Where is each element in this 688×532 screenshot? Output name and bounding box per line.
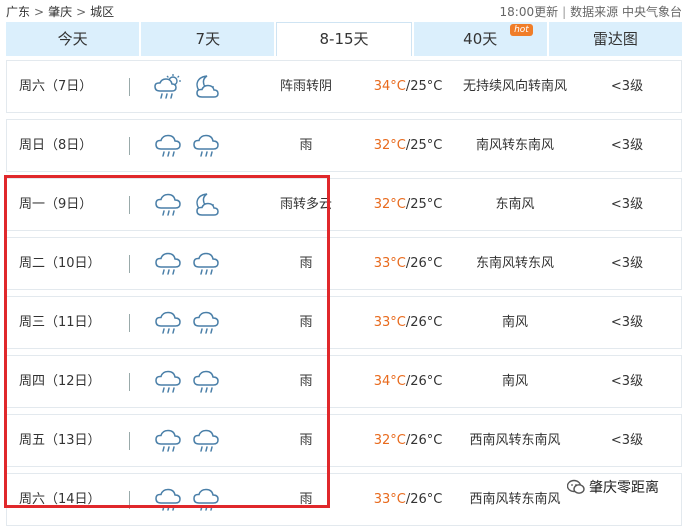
rain-icon bbox=[153, 132, 183, 160]
temperature: 32°C/25°C bbox=[363, 120, 453, 171]
tab-40days[interactable]: 40天 hot bbox=[413, 22, 547, 56]
low-temp: /25°C bbox=[405, 197, 443, 212]
top-bar: 广东 > 肇庆 > 城区 18:00更新 | 数据来源 中央气象台 bbox=[0, 0, 688, 22]
rain-icon bbox=[191, 132, 221, 160]
high-temp: 33°C bbox=[373, 315, 406, 330]
wind-direction: 东南风 bbox=[495, 197, 535, 212]
tab-7days[interactable]: 7天 bbox=[141, 22, 275, 56]
wind-level: <3级 bbox=[610, 79, 644, 94]
divider bbox=[129, 137, 130, 155]
divider bbox=[129, 78, 130, 96]
wind-direction: 西南风转东南风 bbox=[469, 433, 561, 448]
weather-desc: 阵雨转阴 bbox=[279, 79, 332, 94]
high-temp: 33°C bbox=[373, 256, 406, 271]
tab-label: 8-15天 bbox=[319, 30, 369, 48]
low-temp: /26°C bbox=[405, 256, 443, 271]
high-temp: 32°C bbox=[373, 138, 406, 153]
temperature: 32°C/25°C bbox=[363, 179, 453, 230]
breadcrumb-separator: > bbox=[76, 5, 87, 19]
temperature: 34°C/26°C bbox=[363, 356, 453, 407]
update-meta: 18:00更新 | 数据来源 中央气象台 bbox=[500, 3, 682, 20]
breadcrumb-province[interactable]: 广东 bbox=[6, 5, 30, 19]
wechat-icon bbox=[567, 479, 585, 494]
wind-level: <3级 bbox=[610, 433, 644, 448]
temperature: 33°C/26°C bbox=[363, 474, 453, 525]
temperature: 33°C/26°C bbox=[363, 297, 453, 348]
cloudy-moon-icon bbox=[191, 73, 221, 101]
breadcrumb: 广东 > 肇庆 > 城区 bbox=[6, 3, 114, 20]
low-temp: /25°C bbox=[405, 79, 443, 94]
breadcrumb-district[interactable]: 城区 bbox=[90, 5, 114, 19]
wind-level: <3级 bbox=[610, 138, 644, 153]
forecast-tabs: 今天 7天 8-15天 40天 hot 雷达图 bbox=[6, 22, 683, 56]
hot-badge: hot bbox=[510, 24, 533, 36]
temperature: 33°C/26°C bbox=[363, 238, 453, 289]
data-source: 数据来源 中央气象台 bbox=[570, 5, 682, 19]
low-temp: /26°C bbox=[405, 433, 443, 448]
showers-sun-icon bbox=[153, 73, 183, 101]
tab-today[interactable]: 今天 bbox=[6, 22, 140, 56]
wind-direction: 南风转东南风 bbox=[475, 138, 554, 153]
temperature: 34°C/25°C bbox=[363, 61, 453, 112]
wind-level: <3级 bbox=[610, 256, 644, 271]
weather-desc: 雨 bbox=[299, 138, 313, 153]
wind-direction: 西南风转东南风 bbox=[469, 492, 561, 507]
wind-level: <3级 bbox=[610, 315, 644, 330]
tab-label: 7天 bbox=[195, 30, 221, 48]
wind-direction: 无持续风向转南风 bbox=[462, 79, 567, 94]
high-temp: 32°C bbox=[373, 433, 406, 448]
tab-label: 雷达图 bbox=[592, 30, 638, 48]
low-temp: /26°C bbox=[405, 315, 443, 330]
low-temp: /26°C bbox=[405, 374, 443, 389]
watermark: 肇庆零距离 bbox=[563, 474, 663, 500]
low-temp: /25°C bbox=[405, 138, 443, 153]
high-temp: 32°C bbox=[373, 197, 406, 212]
watermark-text: 肇庆零距离 bbox=[589, 480, 659, 496]
meta-divider: | bbox=[562, 5, 567, 19]
breadcrumb-city[interactable]: 肇庆 bbox=[48, 5, 72, 19]
high-temp: 34°C bbox=[373, 79, 406, 94]
wind-direction: 东南风转东风 bbox=[475, 256, 554, 271]
high-temp: 33°C bbox=[373, 492, 406, 507]
highlight-box bbox=[4, 175, 330, 508]
temperature: 32°C/26°C bbox=[363, 415, 453, 466]
wind-level: <3级 bbox=[610, 197, 644, 212]
wind-direction: 南风 bbox=[501, 315, 528, 330]
high-temp: 34°C bbox=[373, 374, 406, 389]
tab-label: 今天 bbox=[57, 30, 88, 48]
wind-direction: 南风 bbox=[501, 374, 528, 389]
tab-label: 40天 bbox=[463, 30, 498, 48]
tab-radar[interactable]: 雷达图 bbox=[548, 22, 683, 56]
tab-8-15days[interactable]: 8-15天 bbox=[276, 22, 412, 56]
day-label: 周日（8日） bbox=[19, 138, 93, 153]
forecast-row: 周日（8日） 雨 32°C/25°C 南风转东南风 <3级 bbox=[6, 119, 682, 172]
low-temp: /26°C bbox=[405, 492, 443, 507]
weather-icons bbox=[153, 132, 221, 160]
day-label: 周六（7日） bbox=[19, 79, 93, 94]
forecast-row: 周六（7日） 阵雨转阴 34°C/25°C 无持续风向转南风 <3级 bbox=[6, 60, 682, 113]
wind-level: <3级 bbox=[610, 374, 644, 389]
weather-icons bbox=[153, 73, 221, 101]
update-time: 18:00更新 bbox=[499, 5, 559, 19]
breadcrumb-separator: > bbox=[34, 5, 45, 19]
